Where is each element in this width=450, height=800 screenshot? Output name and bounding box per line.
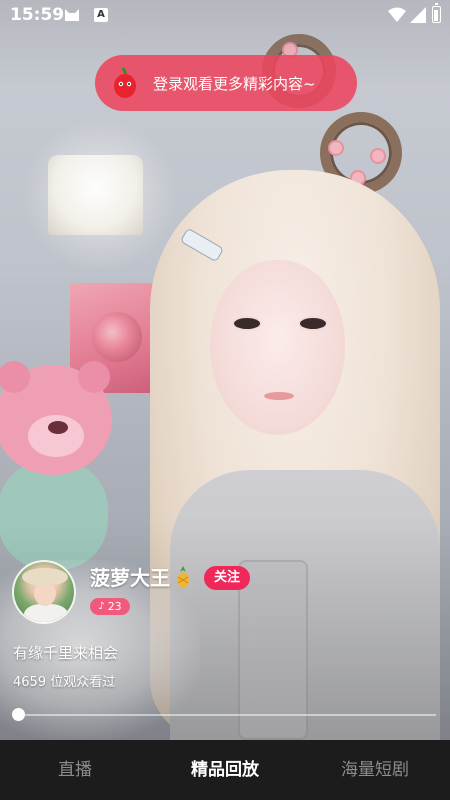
status-time: 15:59 bbox=[10, 5, 65, 25]
wifi-icon bbox=[388, 7, 406, 22]
pineapple-icon bbox=[177, 566, 189, 588]
streamer-avatar[interactable] bbox=[12, 560, 76, 624]
streamer-motto: 有缘千里来相会 bbox=[13, 644, 119, 662]
level-value: 23 bbox=[107, 600, 122, 613]
a-icon: A bbox=[94, 8, 108, 22]
tab-short-drama[interactable]: 海量短剧 bbox=[300, 740, 450, 800]
pepper-icon bbox=[114, 67, 136, 98]
tab-live[interactable]: 直播 bbox=[0, 740, 150, 800]
streamer-name[interactable]: 菠萝大王 bbox=[90, 562, 170, 591]
cat-icon bbox=[65, 9, 79, 21]
status-bar: 15:59 A bbox=[0, 0, 450, 32]
bottom-nav: 直播 精品回放 海量短剧 bbox=[0, 740, 450, 800]
login-prompt-text: 登录观看更多精彩内容~ bbox=[153, 74, 316, 93]
tab-replay[interactable]: 精品回放 bbox=[150, 740, 300, 800]
viewer-count: 4659 位观众看过 bbox=[13, 675, 116, 690]
playback-progress-thumb[interactable] bbox=[12, 708, 25, 721]
signal-icon bbox=[410, 7, 426, 23]
video-shade bbox=[0, 0, 450, 740]
level-badge: ♪ 23 bbox=[90, 598, 130, 615]
login-prompt-banner[interactable]: 登录观看更多精彩内容~ bbox=[95, 55, 357, 111]
live-video-background[interactable] bbox=[0, 0, 450, 740]
mic-icon: ♪ bbox=[98, 601, 105, 612]
playback-progress-bar[interactable] bbox=[18, 714, 436, 716]
battery-icon bbox=[432, 3, 441, 23]
follow-button[interactable]: 关注 bbox=[204, 566, 250, 590]
